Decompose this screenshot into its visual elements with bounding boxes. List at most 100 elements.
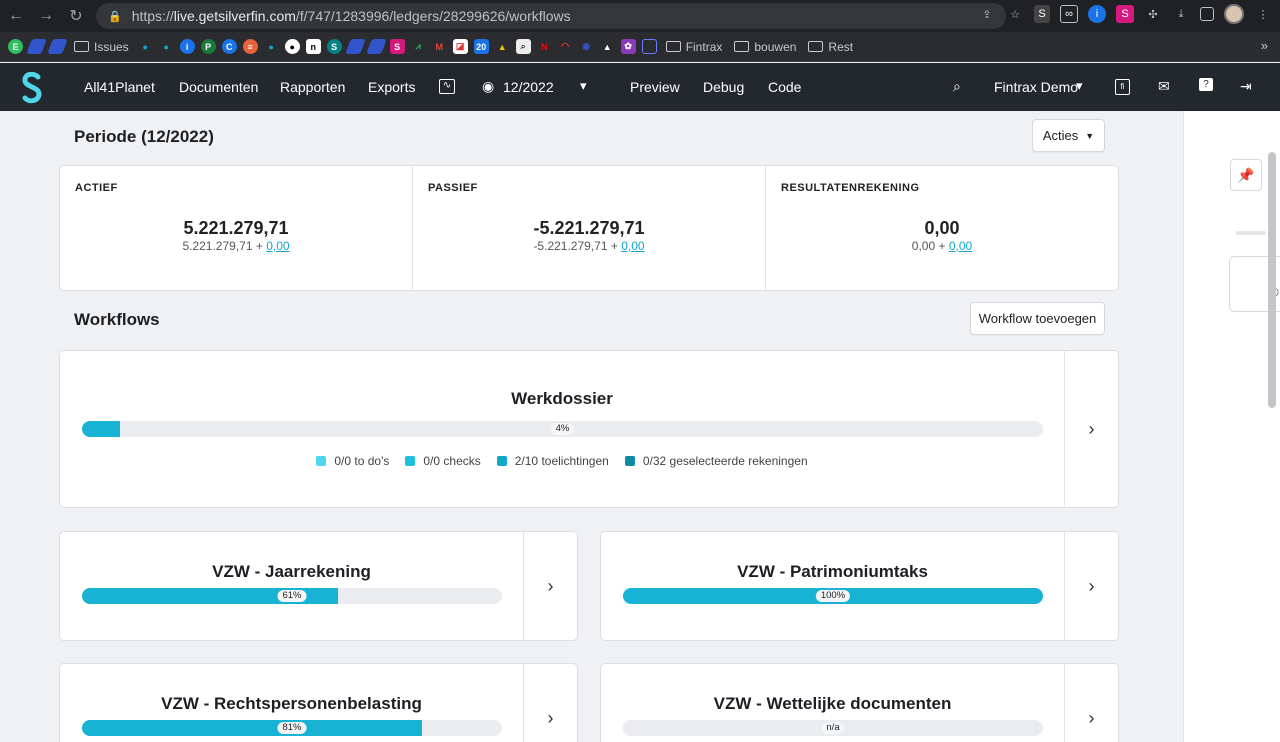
add-workflow-button[interactable]: Workflow toevoegen: [970, 302, 1105, 335]
workflow-card-rechtspersonenbelasting[interactable]: VZW - Rechtspersonenbelasting 81% ›: [59, 663, 578, 742]
extensions-puzzle-icon[interactable]: ✣: [1144, 5, 1162, 23]
github-icon[interactable]: ●: [284, 39, 300, 54]
menu-icon[interactable]: ⋮: [1254, 5, 1272, 23]
extension-glasses-icon[interactable]: ∞: [1060, 5, 1078, 23]
workflow-title: VZW - Rechtspersonenbelasting: [161, 694, 422, 713]
chart-icon[interactable]: ⩘: [411, 39, 426, 54]
pin-icon[interactable]: 📌: [1230, 159, 1262, 191]
activity-icon[interactable]: ∿: [439, 79, 455, 94]
stack-icon[interactable]: ≡: [242, 39, 258, 54]
user-menu[interactable]: Fintrax Demo: [994, 79, 1078, 95]
nav-documents[interactable]: Documenten: [179, 79, 258, 95]
balance-summary: ACTIEF 5.221.279,71 5.221.279,71 + 0,00 …: [59, 165, 1119, 291]
chevron-right-icon[interactable]: ›: [523, 532, 577, 640]
bookmark-icon[interactable]: ●: [138, 39, 153, 54]
bookmark-icon[interactable]: [26, 39, 47, 54]
workflow-card-jaarrekening[interactable]: VZW - Jaarrekening 61% ›: [59, 531, 578, 641]
gmail-icon[interactable]: M: [432, 39, 447, 54]
workflows-title: Workflows: [74, 310, 160, 329]
workflow-title: VZW - Patrimoniumtaks: [737, 562, 928, 581]
share-icon[interactable]: ⇪: [978, 5, 996, 23]
chevron-right-icon[interactable]: ›: [523, 664, 577, 742]
summary-income-statement: RESULTATENREKENING 0,00 0,00 + 0,00: [766, 166, 1118, 290]
bookmark-icon[interactable]: ◠: [558, 39, 573, 54]
sidepanel-icon[interactable]: [1200, 7, 1214, 21]
extension-s-icon[interactable]: S: [1034, 5, 1050, 23]
nav-code[interactable]: Code: [768, 79, 801, 95]
nav-debug[interactable]: Debug: [703, 79, 744, 95]
bookmark-folder-bouwen[interactable]: bouwen: [731, 37, 799, 57]
silverfin-icon[interactable]: S: [389, 39, 405, 54]
app-navbar: All41Planet Documenten Rapporten Exports…: [0, 63, 1280, 111]
bookmark-folder-rest[interactable]: Rest: [805, 37, 856, 57]
chevron-right-icon[interactable]: ›: [1064, 664, 1118, 742]
nav-company[interactable]: All41Planet: [84, 79, 155, 95]
back-icon[interactable]: ←: [2, 2, 30, 30]
silverfin-logo[interactable]: [21, 72, 43, 104]
evernote-icon[interactable]: E: [8, 39, 23, 54]
bookmark-icon[interactable]: ▲: [600, 39, 615, 54]
download-icon[interactable]: ⤓: [1172, 5, 1190, 23]
bookmark-icon[interactable]: ◉: [579, 39, 594, 54]
chevron-right-icon[interactable]: ›: [1064, 532, 1118, 640]
page-scrollbar[interactable]: [1268, 152, 1276, 408]
star-icon[interactable]: ☆: [1006, 5, 1024, 23]
workflow-card-wettelijke-documenten[interactable]: VZW - Wettelijke documenten n/a ›: [600, 663, 1119, 742]
more-bookmarks-button[interactable]: »: [1261, 38, 1268, 53]
address-bar[interactable]: 🔒 https://live.getsilverfin.com/f/747/12…: [96, 3, 1006, 29]
profile-avatar[interactable]: [1224, 4, 1244, 24]
workflow-card-werkdossier[interactable]: Werkdossier 4% 0/0 to do's 0/0 checks 2/…: [59, 350, 1119, 508]
drive-icon[interactable]: ▲: [495, 39, 510, 54]
caret-down-icon: ▼: [1085, 130, 1095, 141]
bookmark-icon[interactable]: [641, 39, 657, 54]
fintrax-icon[interactable]: fi: [1115, 79, 1130, 95]
reload-icon[interactable]: ↻: [62, 2, 90, 30]
calendar-icon[interactable]: 20: [473, 39, 489, 54]
chevron-right-icon[interactable]: ›: [1064, 351, 1118, 507]
forward-icon[interactable]: →: [32, 2, 60, 30]
n-icon[interactable]: n: [305, 39, 321, 54]
progress-label: 100%: [815, 590, 851, 602]
bookmark-folder-fintrax[interactable]: Fintrax: [663, 37, 726, 57]
url-host: live.getsilverfin.com: [173, 8, 296, 24]
bookmark-icon[interactable]: ●: [159, 39, 174, 54]
extension-silverfin-icon[interactable]: S: [1116, 5, 1134, 23]
sharepoint-icon[interactable]: S: [326, 39, 342, 54]
extension-1password-icon[interactable]: i: [1088, 5, 1106, 23]
browser-toolbar: ← → ↻ 🔒 https://live.getsilverfin.com/f/…: [0, 0, 1280, 32]
user-chevron-down-icon[interactable]: ▾: [1076, 78, 1083, 94]
summary-detail-link[interactable]: 0,00: [621, 239, 644, 253]
summary-detail: 0,00 + 0,00: [766, 239, 1118, 253]
bookmark-icon[interactable]: [344, 39, 366, 54]
bookmark-icon[interactable]: ●: [264, 39, 279, 54]
nav-preview[interactable]: Preview: [630, 79, 680, 95]
netflix-icon[interactable]: N: [537, 39, 552, 54]
main-content: Periode (12/2022) Acties ▼ ACTIEF 5.221.…: [0, 111, 1183, 742]
eye-icon[interactable]: ◉: [482, 78, 494, 95]
c-icon[interactable]: C: [221, 39, 237, 54]
chevron-down-icon[interactable]: ▾: [580, 78, 587, 94]
bookmark-folder-issues[interactable]: Issues: [71, 37, 132, 57]
bookmark-icon[interactable]: ◪: [452, 39, 468, 54]
summary-label: ACTIEF: [75, 182, 118, 194]
mail-icon[interactable]: ✉: [1158, 78, 1170, 95]
bookmark-icon[interactable]: [365, 39, 387, 54]
help-icon[interactable]: ?: [1199, 78, 1213, 91]
p-icon[interactable]: P: [200, 39, 216, 54]
bookmark-icon[interactable]: [47, 39, 68, 54]
nav-reports[interactable]: Rapporten: [280, 79, 345, 95]
summary-detail-link[interactable]: 0,00: [266, 239, 289, 253]
workflow-card-patrimoniumtaks[interactable]: VZW - Patrimoniumtaks 100% ›: [600, 531, 1119, 641]
1password-icon[interactable]: i: [179, 39, 195, 54]
search-bookmark-icon[interactable]: ⌕: [515, 39, 531, 54]
period-selector[interactable]: 12/2022: [503, 79, 554, 95]
nav-exports[interactable]: Exports: [368, 79, 415, 95]
legend-swatch: [405, 456, 416, 466]
actions-button[interactable]: Acties ▼: [1032, 119, 1105, 152]
search-icon[interactable]: ⌕: [953, 78, 961, 95]
logout-icon[interactable]: ⇥: [1240, 78, 1252, 95]
legend-swatch: [624, 456, 635, 466]
bookmark-icon[interactable]: ✿: [620, 39, 636, 54]
summary-detail-link[interactable]: 0,00: [949, 239, 972, 253]
summary-detail: 5.221.279,71 + 0,00: [60, 239, 412, 253]
